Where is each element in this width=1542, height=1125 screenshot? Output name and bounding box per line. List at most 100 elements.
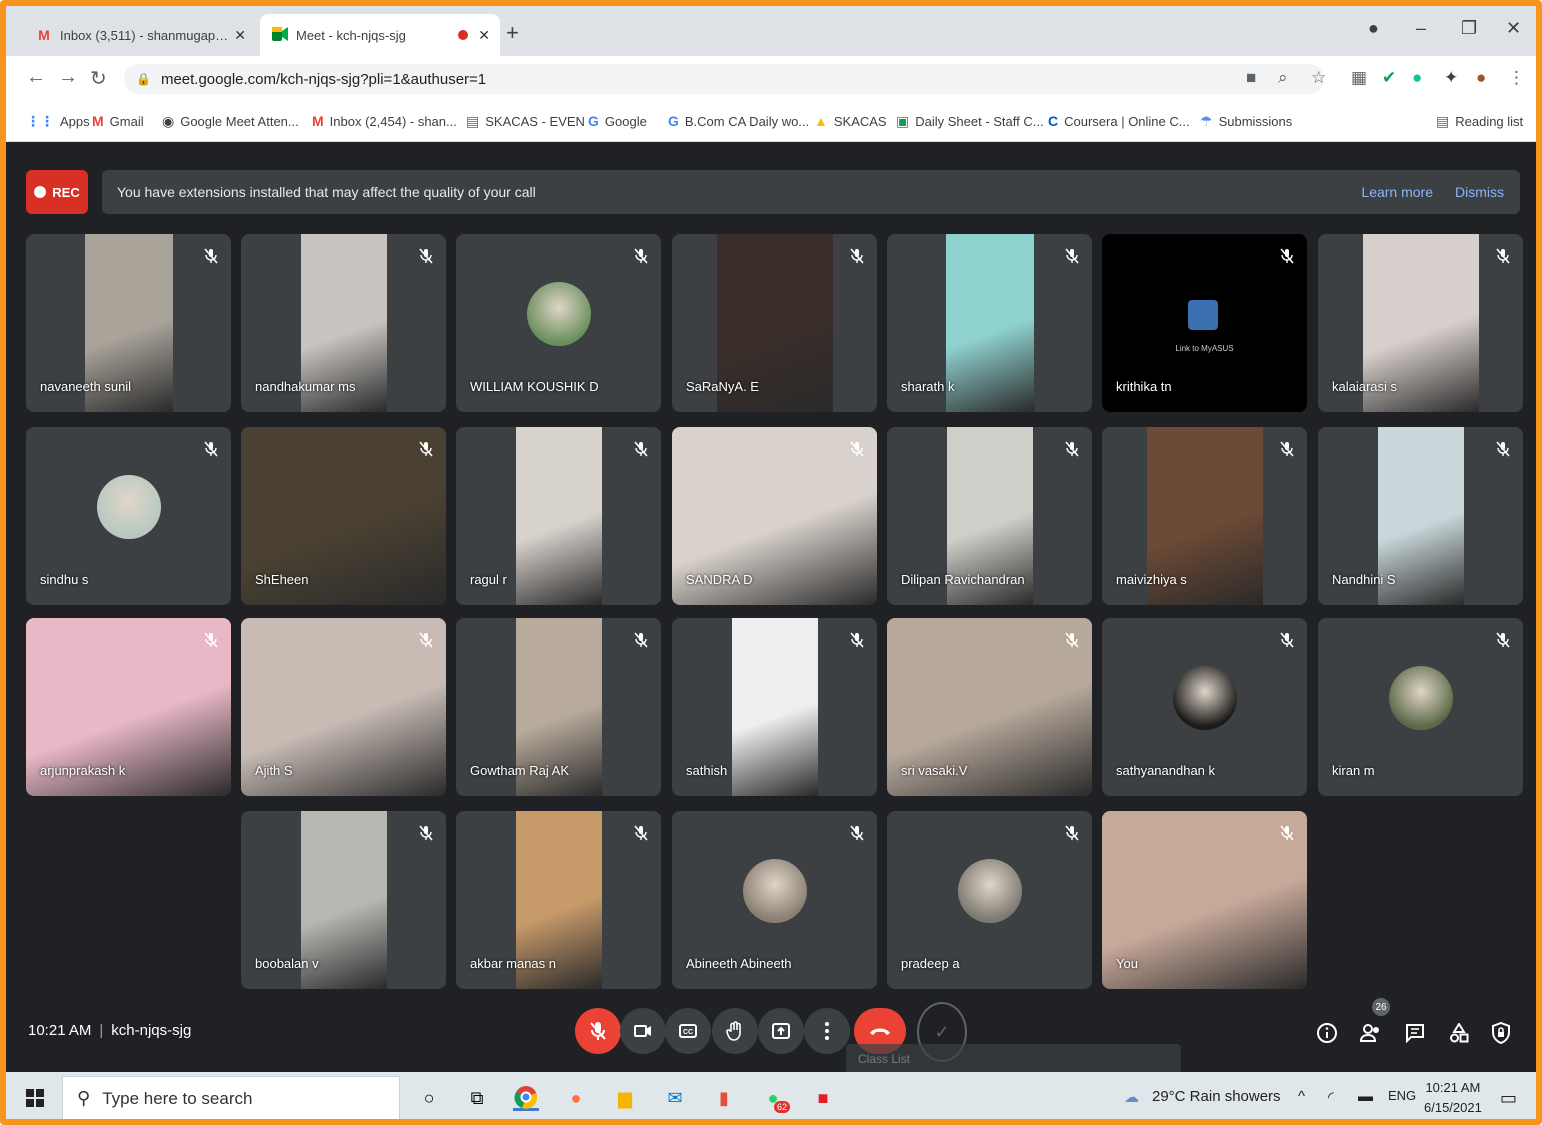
participant-tile[interactable]: boobalan v bbox=[241, 811, 446, 989]
participant-tile[interactable]: Dilipan Ravichandran bbox=[887, 427, 1092, 605]
search-icon: ⚲ bbox=[77, 1088, 91, 1108]
camera-toggle-button[interactable] bbox=[620, 1008, 666, 1054]
people-button[interactable] bbox=[1358, 1020, 1384, 1046]
bookmark-daily-sheet[interactable]: ▣ Daily Sheet - Staff C... bbox=[896, 113, 1044, 130]
network-icon[interactable]: ◜ bbox=[1328, 1088, 1334, 1106]
participant-tile[interactable]: sri vasaki.V bbox=[887, 618, 1092, 796]
participant-tile[interactable]: sathish bbox=[672, 618, 877, 796]
host-controls-button[interactable] bbox=[1488, 1020, 1514, 1046]
bookmark-google[interactable]: G Google bbox=[588, 113, 647, 129]
zoom-icon[interactable]: ⌕ bbox=[1278, 68, 1288, 88]
windows-start-icon[interactable] bbox=[22, 1085, 48, 1111]
participant-tile[interactable]: ragul r bbox=[456, 427, 661, 605]
whatsapp-taskbar-icon[interactable]: ● 62 bbox=[760, 1085, 790, 1113]
minimize-icon[interactable]: – bbox=[1416, 18, 1426, 39]
reload-icon[interactable]: ↻ bbox=[90, 66, 107, 91]
participant-tile[interactable]: nandhakumar ms bbox=[241, 234, 446, 412]
participant-tile[interactable]: Link to MyASUS krithika tn bbox=[1102, 234, 1307, 412]
input-language[interactable]: ENG bbox=[1388, 1088, 1416, 1103]
camera-in-use-icon[interactable]: ■ bbox=[1246, 68, 1256, 88]
participant-tile[interactable]: SANDRA D bbox=[672, 427, 877, 605]
close-tab-icon[interactable]: ✕ bbox=[234, 27, 246, 44]
participant-tile[interactable]: sindhu s bbox=[26, 427, 231, 605]
forward-arrow-icon[interactable]: → bbox=[58, 66, 78, 89]
participant-tile[interactable]: sharath k bbox=[887, 234, 1092, 412]
bookmark-coursera[interactable]: C Coursera | Online C... bbox=[1048, 113, 1190, 129]
activities-button[interactable] bbox=[1446, 1020, 1472, 1046]
participant-tile[interactable]: Nandhini S bbox=[1318, 427, 1523, 605]
participant-tile[interactable]: kalaiarasi s bbox=[1318, 234, 1523, 412]
class-list-panel[interactable]: Class List bbox=[846, 1044, 1181, 1074]
tray-chevron-up-icon[interactable]: ^ bbox=[1298, 1088, 1305, 1105]
task-view-icon[interactable]: ⧉ bbox=[464, 1085, 490, 1111]
chrome-taskbar-icon[interactable] bbox=[513, 1085, 539, 1111]
participant-tile[interactable]: sathyanandhan k bbox=[1102, 618, 1307, 796]
bookmark-star-icon[interactable]: ☆ bbox=[1311, 68, 1326, 88]
captions-button[interactable]: CC bbox=[665, 1008, 711, 1054]
microphone-toggle-button[interactable] bbox=[575, 1008, 621, 1054]
extension-grid-icon[interactable]: ▦ bbox=[1351, 68, 1367, 88]
user-avatar-icon[interactable]: ● bbox=[1476, 68, 1486, 88]
tab-inbox[interactable]: M Inbox (3,511) - shanmugapriyas ✕ bbox=[24, 14, 256, 56]
puzzle-extensions-icon[interactable]: ✦ bbox=[1444, 68, 1458, 88]
participant-tile[interactable]: akbar manas n bbox=[456, 811, 661, 989]
bookmark-inbox[interactable]: M Inbox (2,454) - shan... bbox=[312, 113, 457, 129]
participant-tile[interactable]: Gowtham Raj AK bbox=[456, 618, 661, 796]
restore-icon[interactable]: ❐ bbox=[1461, 18, 1477, 39]
reading-list[interactable]: ▤ Reading list bbox=[1436, 113, 1523, 130]
participant-tile[interactable]: maivizhiya s bbox=[1102, 427, 1307, 605]
more-options-button[interactable] bbox=[804, 1008, 850, 1054]
present-screen-button[interactable] bbox=[758, 1008, 804, 1054]
meeting-code: kch-njqs-sjg bbox=[111, 1022, 192, 1039]
participant-tile[interactable]: You bbox=[1102, 811, 1307, 989]
browser-menu-icon[interactable]: ⋮ bbox=[1508, 68, 1525, 88]
grammarly-icon[interactable]: ● bbox=[1412, 68, 1422, 88]
url-text: meet.google.com/kch-njqs-sjg?pli=1&authu… bbox=[160, 70, 487, 88]
muted-mic-icon bbox=[1065, 632, 1079, 648]
participant-tile[interactable]: arjunprakash k bbox=[26, 618, 231, 796]
participant-tile[interactable]: kiran m bbox=[1318, 618, 1523, 796]
participant-name: Dilipan Ravichandran bbox=[901, 572, 1025, 587]
muted-mic-icon bbox=[1280, 825, 1294, 841]
office-taskbar-icon[interactable]: ▮ bbox=[711, 1085, 737, 1111]
address-bar[interactable]: 🔒 meet.google.com/kch-njqs-sjg?pli=1&aut… bbox=[124, 64, 1324, 94]
participant-tile[interactable]: WILLIAM KOUSHIK D bbox=[456, 234, 661, 412]
new-tab-plus-icon[interactable]: + bbox=[506, 20, 519, 46]
mail-taskbar-icon[interactable]: ✉ bbox=[662, 1085, 688, 1111]
bookmark-bcom[interactable]: G B.Com CA Daily wo... bbox=[668, 113, 809, 129]
participant-tile[interactable]: ShEheen bbox=[241, 427, 446, 605]
bookmark-submissions[interactable]: ☂ Submissions bbox=[1200, 113, 1292, 130]
participant-tile[interactable]: SaRaNyA. E bbox=[672, 234, 877, 412]
bookmark-apps[interactable]: ⋮⋮ Apps bbox=[26, 113, 90, 130]
taskbar-clock[interactable]: 10:21 AM 6/15/2021 bbox=[1424, 1078, 1482, 1118]
participant-name: Ajith S bbox=[255, 763, 293, 778]
close-window-icon[interactable]: ✕ bbox=[1506, 18, 1521, 39]
learn-more-link[interactable]: Learn more bbox=[1361, 184, 1433, 200]
bookmark-gmail[interactable]: M Gmail bbox=[92, 113, 144, 129]
bookmark-meet-attendance[interactable]: ◉ Google Meet Atten... bbox=[162, 113, 299, 130]
captions-icon: CC bbox=[679, 1024, 697, 1038]
taskbar-search-box[interactable]: ⚲ Type here to search bbox=[62, 1076, 400, 1119]
check-extension-icon[interactable]: ✔ bbox=[1382, 68, 1396, 88]
cortana-circle-icon[interactable]: ○ bbox=[416, 1085, 442, 1111]
weather-text[interactable]: 29°C Rain showers bbox=[1152, 1088, 1281, 1105]
participant-tile[interactable]: navaneeth sunil bbox=[26, 234, 231, 412]
bookmark-skacas-even[interactable]: ▤ SKACAS - EVEN bbox=[466, 113, 585, 130]
bookmark-skacas[interactable]: ▲ SKACAS bbox=[814, 113, 887, 129]
file-explorer-icon[interactable]: ▆ bbox=[612, 1085, 638, 1111]
meeting-info-button[interactable] bbox=[1314, 1020, 1340, 1046]
tab-meet[interactable]: Meet - kch-njqs-sjg ✕ bbox=[260, 14, 500, 56]
battery-icon[interactable]: ▬ bbox=[1358, 1088, 1373, 1105]
profile-circle-icon[interactable]: ● bbox=[1368, 18, 1379, 39]
participant-tile[interactable]: Ajith S bbox=[241, 618, 446, 796]
participant-tile[interactable]: Abineeth Abineeth bbox=[672, 811, 877, 989]
chat-button[interactable] bbox=[1402, 1020, 1428, 1046]
back-arrow-icon[interactable]: ← bbox=[26, 66, 46, 89]
dismiss-link[interactable]: Dismiss bbox=[1455, 184, 1504, 200]
raise-hand-button[interactable] bbox=[712, 1008, 758, 1054]
participant-tile[interactable]: pradeep a bbox=[887, 811, 1092, 989]
close-tab-icon[interactable]: ✕ bbox=[478, 27, 490, 44]
firefox-taskbar-icon[interactable]: ● bbox=[563, 1085, 589, 1111]
notifications-icon[interactable]: ▭ bbox=[1500, 1088, 1517, 1109]
acrobat-taskbar-icon[interactable]: ■ bbox=[810, 1085, 836, 1111]
